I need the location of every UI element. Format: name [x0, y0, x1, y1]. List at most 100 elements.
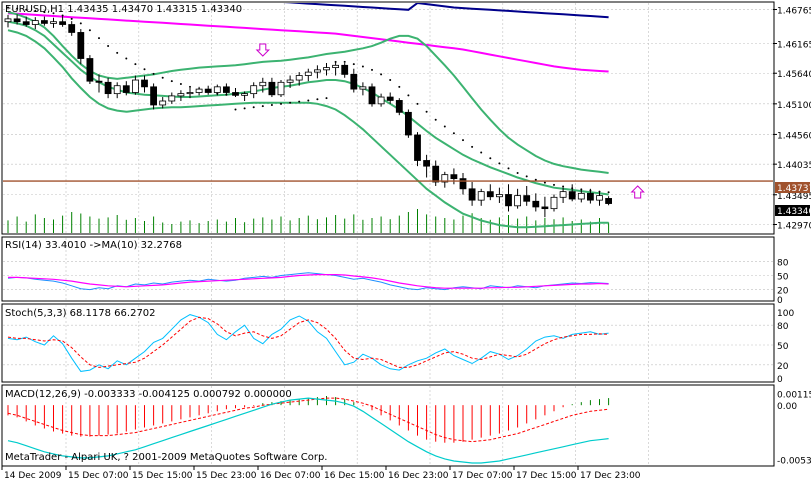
- level-label: 1.43737: [777, 184, 811, 194]
- sar-dot: [270, 103, 273, 106]
- sar-dot: [507, 167, 510, 170]
- candle-body: [395, 100, 403, 113]
- candle-body: [250, 85, 258, 95]
- candle-body: [414, 134, 421, 161]
- sar-dot: [143, 68, 146, 71]
- candle-body: [486, 191, 494, 198]
- sar-dot: [416, 102, 419, 105]
- sar-dot: [489, 157, 492, 160]
- candle-body: [386, 96, 394, 101]
- candle-body: [596, 195, 603, 201]
- sar-dot: [234, 108, 237, 111]
- x-axis-labels: 14 Dec 2009 15 Dec 07:00 15 Dec 15:00 15 De…: [1, 466, 641, 481]
- sar-dot: [562, 185, 565, 188]
- stoch-y-tick-label: 20: [777, 362, 789, 372]
- x-tick-label: 15 Dec 15:00: [132, 471, 193, 481]
- candle-body: [59, 21, 66, 25]
- candle-body: [204, 88, 212, 93]
- price-y-tick-label: 1.42970: [777, 222, 811, 232]
- price-y-tick-label: 1.45640: [777, 70, 811, 80]
- sar-dot: [325, 97, 328, 100]
- sar-dot: [88, 29, 91, 32]
- x-tick-label: 15 Dec 23:00: [196, 471, 257, 481]
- candle-body: [150, 86, 158, 106]
- trading-chart[interactable]: 1.46765 1.46165 1.45640 1.45100 1.44560 1.440…: [0, 0, 811, 483]
- candle-body: [532, 200, 540, 208]
- x-tick-label: 16 Dec 07:00: [260, 471, 321, 481]
- sar-dot: [443, 125, 446, 128]
- candle-body: [432, 165, 440, 183]
- price-y-tick-label: 1.46765: [777, 7, 811, 17]
- candle-body: [559, 191, 567, 198]
- x-tick-label: 17 Dec 07:00: [452, 471, 513, 481]
- sar-dot: [98, 37, 100, 40]
- sar-dot: [170, 80, 173, 83]
- candle-body: [341, 64, 349, 75]
- candle-body: [359, 86, 367, 90]
- candle-body: [550, 196, 558, 210]
- sar-dot: [525, 175, 528, 178]
- candle-body: [268, 81, 276, 96]
- candle-body: [168, 95, 176, 102]
- candle-body: [450, 174, 458, 180]
- candle-body: [477, 191, 485, 201]
- candle-body: [131, 79, 139, 93]
- sar-dot: [116, 51, 119, 54]
- sar-dot: [462, 139, 464, 142]
- y-axis-labels: 1.46765 1.46165 1.45640 1.45100 1.44560 1.440…: [773, 7, 811, 467]
- stoch-title: Stoch(5,3,3) 68.1178 66.2702: [5, 308, 156, 319]
- sar-dot: [407, 94, 410, 97]
- sar-dot: [553, 183, 555, 186]
- sar-dot: [316, 98, 319, 101]
- sar-dot: [425, 110, 428, 113]
- candle-body: [577, 192, 585, 200]
- candle-body: [468, 188, 476, 201]
- candle-body: [13, 18, 21, 23]
- sar-dot: [289, 101, 292, 104]
- sar-dot: [125, 57, 128, 60]
- x-tick-label: 16 Dec 23:00: [388, 471, 449, 481]
- sar-dot: [161, 76, 164, 79]
- price-y-tick-label: 1.44560: [777, 131, 811, 141]
- x-tick-label: 17 Dec 15:00: [516, 471, 577, 481]
- candle-body: [95, 80, 103, 83]
- x-tick-label: 15 Dec 07:00: [68, 471, 129, 481]
- sar-dot: [389, 79, 392, 82]
- sar-dot: [343, 60, 346, 63]
- candle-body: [313, 69, 321, 73]
- price-y-tick-label: 1.46165: [777, 41, 811, 51]
- sar-dot: [107, 45, 110, 48]
- candle-body: [68, 24, 76, 33]
- macd-y-tick-label: 0.00115: [777, 391, 811, 401]
- sar-dot: [179, 83, 182, 86]
- sar-dot: [452, 132, 455, 135]
- candle-body: [50, 21, 57, 24]
- macd-y-tick-label: -0.00536: [777, 457, 811, 467]
- candle-body: [277, 81, 285, 96]
- rsi-y-tick-label: 50: [777, 273, 789, 283]
- price-y-tick-label: 1.45100: [777, 101, 811, 111]
- sar-dot: [543, 181, 546, 184]
- x-tick-label: 17 Dec 23:00: [580, 471, 641, 481]
- candle-body: [541, 206, 549, 210]
- candle-body: [523, 195, 531, 202]
- candle-body: [159, 100, 167, 106]
- candle-body: [459, 178, 467, 190]
- candle-body: [332, 64, 340, 68]
- stoch-y-tick-label: 80: [777, 322, 789, 332]
- candle-body: [505, 194, 512, 207]
- sar-dot: [243, 107, 246, 110]
- candle-body: [514, 195, 521, 207]
- macd-title: MACD(12,26,9) -0.003333 -0.004125 0.0007…: [5, 389, 292, 400]
- candle-body: [222, 86, 230, 93]
- sar-dot: [434, 118, 437, 121]
- candle-body: [368, 86, 376, 105]
- candle-body: [350, 73, 358, 90]
- candle-body: [213, 86, 221, 93]
- rsi-y-tick-label: 80: [777, 258, 789, 268]
- candle-body: [323, 67, 330, 71]
- sar-dot: [307, 99, 310, 102]
- candle-body: [122, 85, 130, 93]
- sar-dot: [607, 191, 610, 194]
- candle-body: [568, 191, 576, 200]
